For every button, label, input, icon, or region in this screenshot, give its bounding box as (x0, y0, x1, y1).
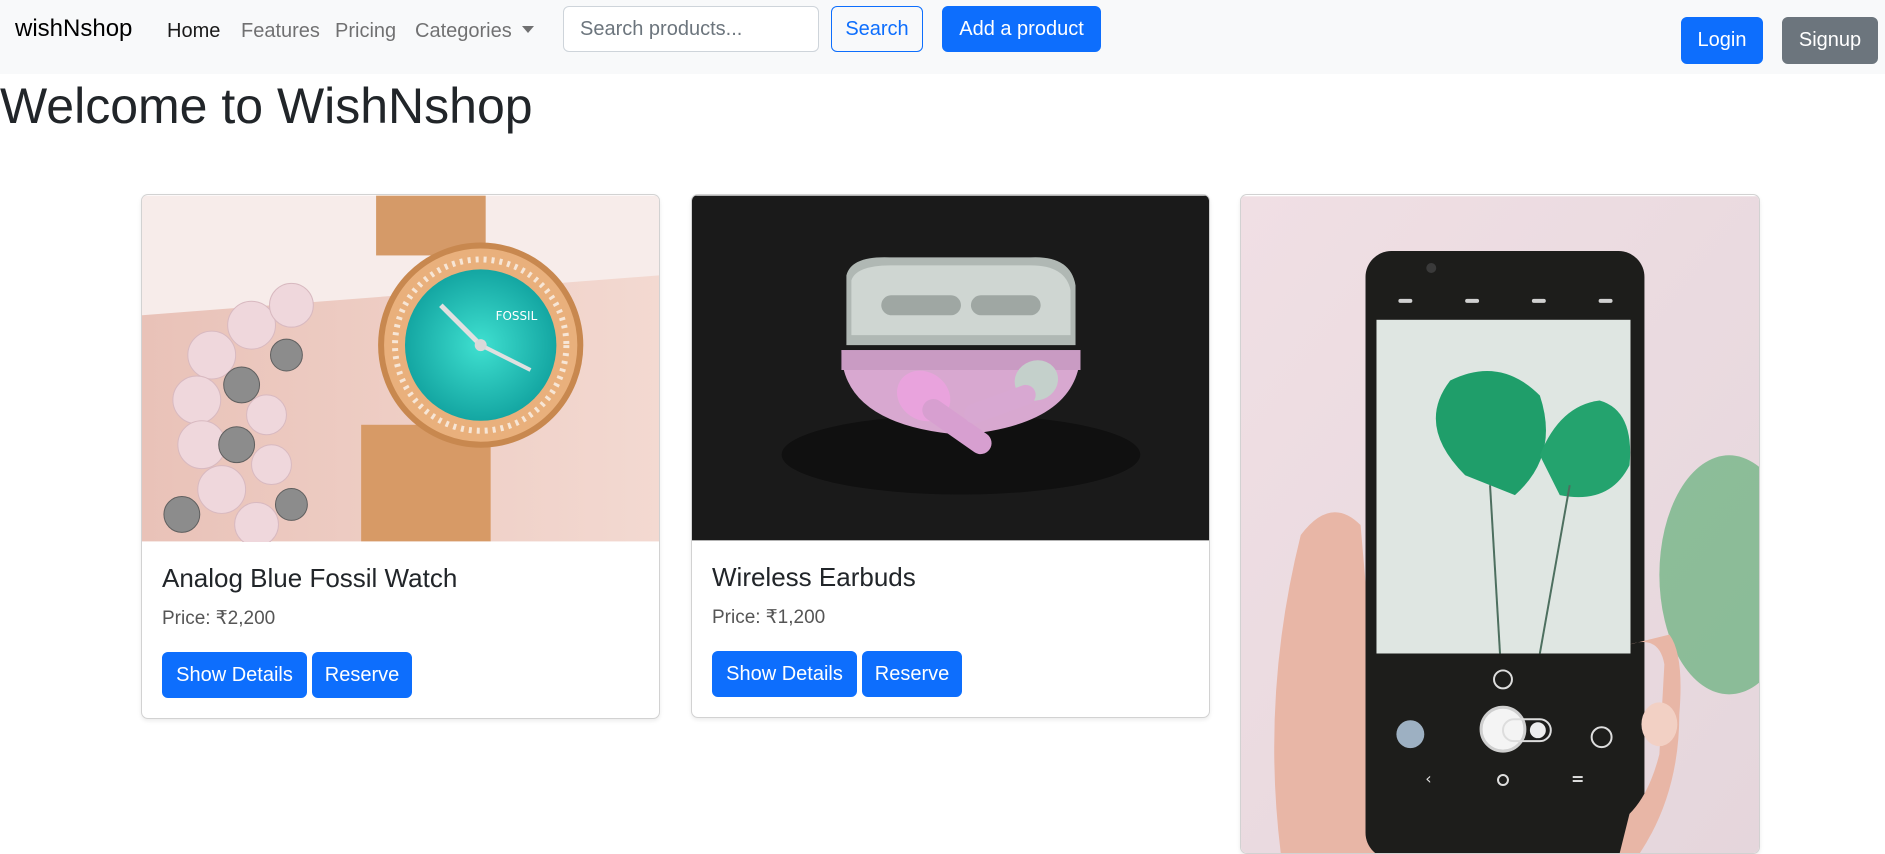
product-card: ‹ (1240, 194, 1760, 854)
svg-text:FOSSIL: FOSSIL (496, 309, 538, 323)
product-price: Price: ₹1,200 (712, 606, 825, 629)
chevron-down-icon (521, 26, 534, 33)
page-title: Welcome to WishNshop (0, 78, 533, 134)
svg-text:‹: ‹ (1425, 769, 1431, 788)
reserve-button[interactable]: Reserve (862, 651, 962, 697)
product-title: Wireless Earbuds (712, 562, 916, 592)
price-label: Price: (712, 607, 761, 628)
product-price: Price: ₹2,200 (162, 607, 275, 630)
login-button[interactable]: Login (1681, 17, 1763, 64)
show-details-button[interactable]: Show Details (712, 651, 857, 697)
nav-link-home[interactable]: Home (167, 20, 220, 43)
reserve-button[interactable]: Reserve (312, 652, 412, 698)
nav-link-features[interactable]: Features (241, 20, 320, 43)
product-card: FOSSIL Analog Blue Fossil Watch Price: ₹2… (141, 194, 660, 719)
product-title: Analog Blue Fossil Watch (162, 563, 458, 593)
nav-dropdown-categories[interactable]: Categories (415, 20, 534, 43)
product-image-earbuds[interactable] (692, 195, 1209, 541)
product-image-watch[interactable]: FOSSIL (142, 195, 659, 542)
add-product-button[interactable]: Add a product (942, 6, 1101, 52)
search-button[interactable]: Search (831, 6, 923, 52)
nav-link-categories-label: Categories (415, 20, 512, 42)
signup-button[interactable]: Signup (1782, 17, 1878, 64)
product-image-phone[interactable]: ‹ (1241, 195, 1759, 854)
price-label: Price: (162, 608, 211, 629)
nav-link-pricing[interactable]: Pricing (335, 20, 396, 43)
product-card: Wireless Earbuds Price: ₹1,200 Show Detai… (691, 194, 1210, 718)
search-input[interactable] (563, 6, 819, 52)
navbar: wishNshop Home Features Pricing Categori… (0, 0, 1885, 74)
brand-logo[interactable]: wishNshop (15, 15, 132, 43)
price-value: ₹1,200 (765, 607, 826, 628)
price-value: ₹2,200 (215, 608, 276, 629)
show-details-button[interactable]: Show Details (162, 652, 307, 698)
